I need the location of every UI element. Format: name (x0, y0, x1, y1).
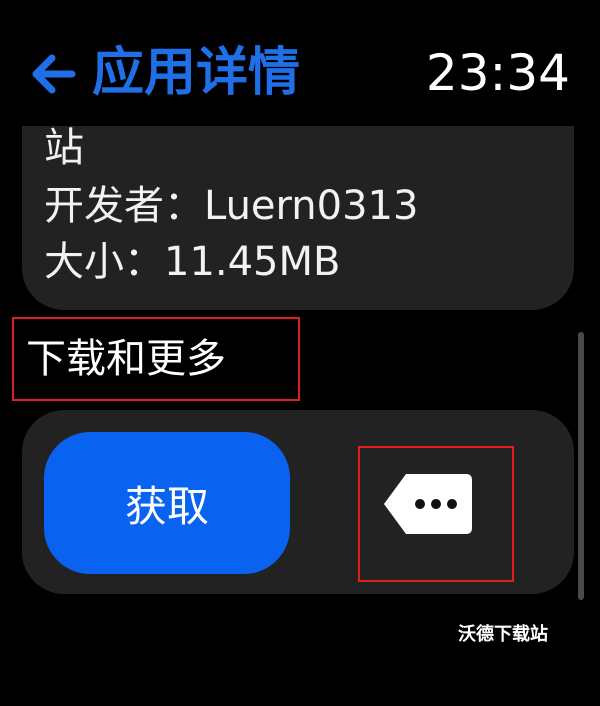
more-options-button[interactable] (382, 472, 474, 536)
info-source-tail: 站 (44, 126, 84, 171)
watch-screen: 应用详情 23:34 站 开发者：Luern0313 大小：11.45MB 下载… (0, 0, 600, 706)
get-button[interactable]: 获取 (44, 432, 290, 574)
back-button[interactable] (30, 44, 76, 104)
clock: 23:34 (425, 44, 570, 102)
more-options-highlight (358, 446, 514, 582)
more-options-icon (382, 474, 474, 540)
app-info-card: 站 开发者：Luern0313 大小：11.45MB (22, 126, 574, 310)
download-actions-card: 获取 (22, 410, 574, 594)
info-developer: 开发者：Luern0313 (44, 183, 419, 229)
scrollbar[interactable] (578, 332, 584, 600)
section-title-text: 下载和更多 (26, 336, 226, 382)
page-title: 应用详情 (92, 43, 301, 103)
arrow-left-icon (30, 54, 76, 94)
info-size: 大小：11.45MB (44, 239, 341, 285)
watermark: 沃德下载站 (458, 624, 548, 645)
section-header-download: 下载和更多 (12, 317, 300, 401)
header: 应用详情 23:34 (0, 30, 600, 120)
